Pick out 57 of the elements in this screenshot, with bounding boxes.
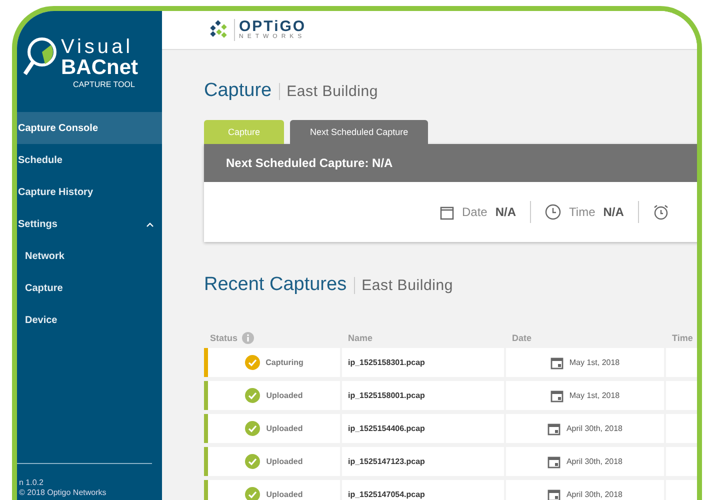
field-label: Time xyxy=(569,205,596,219)
calendar-icon xyxy=(440,204,454,220)
sidebar-item[interactable]: Network xyxy=(17,240,162,272)
status-text: Uploaded xyxy=(266,424,303,433)
column-header: Date xyxy=(512,333,532,343)
brand-tagline: CAPTURE TOOL xyxy=(73,80,136,89)
sidebar-item[interactable]: Settings xyxy=(17,208,162,240)
calendar-icon xyxy=(547,422,562,436)
tab[interactable]: Next Scheduled Capture xyxy=(290,120,428,144)
date-text: April 30th, 2018 xyxy=(566,490,623,499)
sidebar-item[interactable]: Capture xyxy=(17,272,162,304)
check-circle-icon xyxy=(244,355,260,370)
card-heading: Next Scheduled Capture: N/A xyxy=(226,156,393,170)
alarm-clock-icon xyxy=(652,204,669,220)
sidebar-item[interactable]: Device xyxy=(17,304,162,336)
brand-title: BACnet xyxy=(61,57,138,78)
field-value: N/A xyxy=(495,205,516,219)
calendar-icon xyxy=(550,356,564,370)
date-text: April 30th, 2018 xyxy=(566,457,623,466)
status-text: Capturing xyxy=(266,358,304,367)
check-circle-icon xyxy=(245,421,260,436)
field-value: N/A xyxy=(603,205,624,219)
version-text: n 1.0.2 xyxy=(19,478,44,488)
sidebar-item[interactable]: Capture Console xyxy=(17,112,162,144)
column-header: Name xyxy=(348,333,373,343)
status-text: Uploaded xyxy=(266,490,303,499)
brand-title: Visual xyxy=(61,37,134,57)
column-header: Status xyxy=(210,333,238,343)
date-text: May 1st, 2018 xyxy=(569,358,620,367)
company-logo-name: OPTiGO xyxy=(239,19,306,34)
section-subtitle: East Building xyxy=(354,276,454,294)
calendar-icon xyxy=(550,388,564,402)
info-icon[interactable] xyxy=(242,332,254,344)
file-name: ip_1525147054.pcap xyxy=(348,490,425,499)
file-name: ip_1525147123.pcap xyxy=(348,457,425,466)
status-text: Uploaded xyxy=(266,457,303,466)
chevron-up-icon xyxy=(146,222,154,226)
calendar-icon xyxy=(547,488,562,500)
clock-icon xyxy=(545,204,562,220)
date-text: May 1st, 2018 xyxy=(569,391,620,400)
check-circle-icon xyxy=(245,454,260,469)
page-subtitle: East Building xyxy=(278,82,378,100)
status-text: Uploaded xyxy=(266,391,303,400)
page-title: Capture xyxy=(204,80,272,102)
column-header: Time xyxy=(672,333,693,343)
file-name: ip_1525158301.pcap xyxy=(348,358,425,367)
calendar-icon xyxy=(547,454,562,468)
sidebar-item[interactable]: Schedule xyxy=(17,144,162,176)
check-circle-icon xyxy=(245,388,260,403)
file-name: ip_1525158001.pcap xyxy=(348,391,425,400)
date-text: April 30th, 2018 xyxy=(566,424,623,433)
copyright-text: © 2018 Optigo Networks xyxy=(19,488,108,498)
magnifier-logo-icon xyxy=(23,37,57,77)
section-title: Recent Captures xyxy=(204,274,347,296)
sidebar-item[interactable]: Capture History xyxy=(17,176,162,208)
file-name: ip_1525154406.pcap xyxy=(348,424,425,433)
field-label: Date xyxy=(462,205,488,219)
